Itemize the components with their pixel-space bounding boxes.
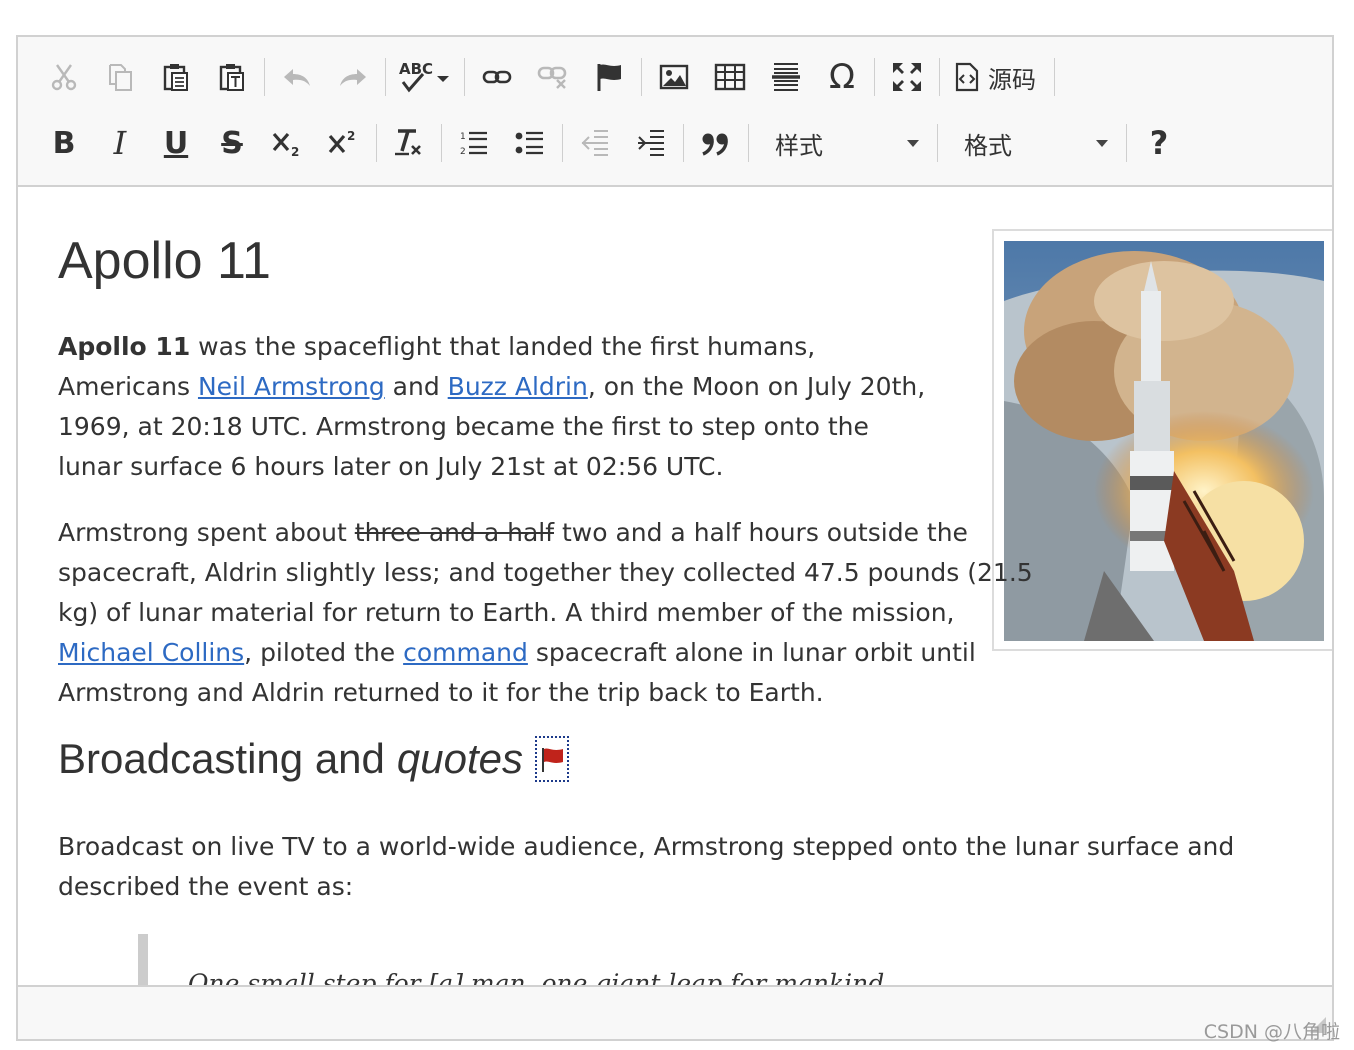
copy-icon[interactable]: [92, 51, 148, 103]
subscript-button[interactable]: 2: [260, 117, 316, 169]
bold-label: B: [52, 125, 76, 161]
toolbar-separator: [874, 58, 875, 96]
svg-text:2: 2: [347, 129, 355, 143]
source-button[interactable]: 源码: [944, 51, 1050, 103]
styles-label: 样式: [775, 131, 823, 160]
bullet-list-button[interactable]: [502, 117, 558, 169]
toolbar-separator: [264, 58, 265, 96]
superscript-button[interactable]: 2: [316, 117, 372, 169]
toolbar-separator: [441, 124, 442, 162]
source-icon: [955, 62, 979, 92]
bullet-list-icon: [515, 131, 543, 155]
blockquote-icon: [702, 133, 728, 156]
strike-label: S: [221, 125, 243, 161]
special-char-label: Ω: [829, 57, 855, 97]
toolbar-separator: [937, 124, 938, 162]
editor-toolbar: ABC Ω 源码 B I U S 2 2 1 2 样式 格式 ?: [18, 37, 1332, 187]
italic-label: I: [113, 124, 127, 162]
help-label: ?: [1149, 124, 1169, 162]
blockquote-button[interactable]: [688, 117, 744, 169]
remove-format-button[interactable]: [381, 117, 437, 169]
toolbar-separator: [376, 124, 377, 162]
toolbar-separator: [385, 58, 386, 96]
subscript-icon: 2: [272, 132, 299, 158]
underline-label: U: [163, 125, 189, 161]
chevron-down-icon: [1096, 139, 1108, 147]
special-char-icon[interactable]: Ω: [814, 51, 870, 103]
editor-status-bar: [18, 985, 1332, 1039]
toolbar-separator: [562, 124, 563, 162]
cut-icon[interactable]: [36, 51, 92, 103]
superscript-icon: 2: [328, 129, 355, 154]
paragraph-mission: Armstrong spent about three and a half t…: [58, 513, 1038, 713]
text-span: and: [384, 372, 448, 401]
paragraph-broadcast: Broadcast on live TV to a world-wide aud…: [58, 832, 1235, 901]
underline-button[interactable]: U: [148, 117, 204, 169]
outdent-icon: [581, 130, 608, 156]
image-icon[interactable]: [646, 51, 702, 103]
italic-button[interactable]: I: [92, 117, 148, 169]
bold-button[interactable]: B: [36, 117, 92, 169]
source-label: 源码: [988, 65, 1036, 94]
strikethrough-text: three and a half: [354, 518, 555, 547]
styles-dropdown[interactable]: 样式: [753, 117, 933, 169]
chevron-down-icon: [907, 139, 919, 147]
indent-icon: [638, 130, 664, 156]
editor-content-area[interactable]: Apollo 11 Apollo 11 was the spaceflight …: [18, 187, 1332, 987]
link-command[interactable]: command: [403, 638, 528, 667]
blockquote: One small step for [a] man, one giant le…: [138, 934, 1138, 987]
format-label: 格式: [964, 131, 1012, 160]
text-span: Armstrong spent about: [58, 518, 355, 547]
red-flag-icon: [542, 748, 564, 772]
spellcheck-icon[interactable]: ABC: [390, 51, 460, 103]
watermark: CSDN @八角啦: [1203, 1021, 1340, 1043]
numbered-list-button[interactable]: 12: [446, 117, 502, 169]
paste-text-icon[interactable]: [204, 51, 260, 103]
anchor-marker[interactable]: [535, 736, 570, 782]
image-figure[interactable]: [992, 229, 1332, 651]
strike-button[interactable]: S: [204, 117, 260, 169]
redo-icon[interactable]: [325, 51, 381, 103]
toolbar-separator: [1054, 58, 1055, 96]
section-heading: Broadcasting and quotes: [58, 735, 570, 783]
toolbar-separator: [939, 58, 940, 96]
outdent-button[interactable]: [567, 117, 623, 169]
undo-icon[interactable]: [269, 51, 325, 103]
toolbar-separator: [641, 58, 642, 96]
link-michael-collins[interactable]: Michael Collins: [58, 638, 244, 667]
horizontal-line-icon[interactable]: [758, 51, 814, 103]
toolbar-separator: [1126, 124, 1127, 162]
flag-icon[interactable]: [581, 51, 637, 103]
remove-format-icon: [395, 129, 421, 156]
help-button[interactable]: ?: [1131, 117, 1187, 169]
heading-italic: quotes: [396, 735, 524, 782]
page-title: Apollo 11: [58, 232, 271, 290]
numbered-list-icon: 12: [460, 131, 487, 157]
maximize-icon[interactable]: [879, 51, 935, 103]
text-span: , piloted the: [244, 638, 404, 667]
svg-text:1: 1: [460, 132, 466, 142]
link-buzz-aldrin[interactable]: Buzz Aldrin: [448, 372, 588, 401]
spellcheck-label: ABC: [399, 60, 433, 78]
bold-text: Apollo 11: [58, 332, 191, 361]
table-icon[interactable]: [702, 51, 758, 103]
svg-text:2: 2: [291, 145, 299, 158]
paragraph-intro: Apollo 11 was the spaceflight that lande…: [58, 327, 938, 487]
rocket-launch-photo: [1004, 241, 1324, 641]
rich-text-editor: ABC Ω 源码 B I U S 2 2 1 2 样式 格式 ? Apollo …: [16, 35, 1334, 1041]
toolbar-row-1: ABC Ω 源码: [36, 47, 1059, 107]
format-dropdown[interactable]: 格式: [942, 117, 1122, 169]
toolbar-separator: [748, 124, 749, 162]
link-icon[interactable]: [469, 51, 525, 103]
heading-text: Broadcasting and: [58, 735, 385, 782]
svg-text:2: 2: [460, 147, 466, 157]
unlink-icon[interactable]: [525, 51, 581, 103]
link-neil-armstrong[interactable]: Neil Armstrong: [198, 372, 385, 401]
indent-button[interactable]: [623, 117, 679, 169]
toolbar-row-2: B I U S 2 2 12 样式 格式 ?: [36, 113, 1187, 173]
toolbar-separator: [683, 124, 684, 162]
paste-icon[interactable]: [148, 51, 204, 103]
quote-text: One small step for [a] man, one giant le…: [188, 969, 893, 987]
toolbar-separator: [464, 58, 465, 96]
